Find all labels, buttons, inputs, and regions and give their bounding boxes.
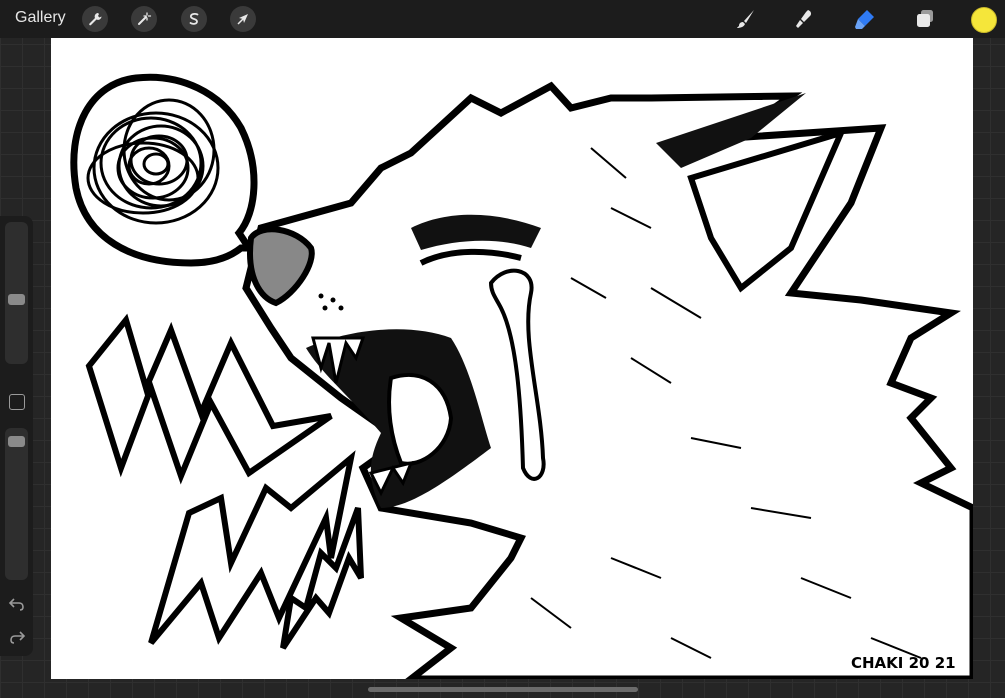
wrench-icon xyxy=(89,13,102,26)
adjustments-button[interactable] xyxy=(131,6,157,32)
selection-button[interactable] xyxy=(181,6,207,32)
left-sidebar xyxy=(0,216,33,656)
modify-button[interactable] xyxy=(9,394,25,410)
arrow-cursor-icon xyxy=(237,14,248,25)
smudge-tool-button[interactable] xyxy=(790,5,818,33)
layers-icon xyxy=(917,10,933,27)
eraser-tool-button[interactable] xyxy=(851,5,879,33)
brush-size-thumb[interactable] xyxy=(8,293,25,305)
smudge-icon xyxy=(796,10,812,28)
actions-button[interactable] xyxy=(82,6,108,32)
layers-button[interactable] xyxy=(911,5,939,33)
selection-s-icon xyxy=(189,13,199,25)
magic-wand-icon xyxy=(138,12,152,25)
home-indicator[interactable] xyxy=(368,687,638,692)
artist-signature: CHAKI 20 21 xyxy=(851,654,956,672)
opacity-thumb[interactable] xyxy=(8,436,25,448)
undo-icon[interactable] xyxy=(8,595,26,613)
howling-wolf-illustration: CHAKI 20 21 xyxy=(70,73,973,679)
brush-size-slider[interactable] xyxy=(5,222,28,364)
opacity-slider[interactable] xyxy=(5,428,28,580)
gallery-button[interactable]: Gallery xyxy=(15,9,66,27)
drawing-canvas[interactable]: CHAKI 20 21 xyxy=(51,38,973,679)
top-toolbar: Gallery xyxy=(0,0,1005,38)
eraser-icon xyxy=(855,10,874,29)
brush-icon xyxy=(737,10,754,28)
redo-icon[interactable] xyxy=(8,628,26,646)
color-picker-button[interactable] xyxy=(971,7,997,33)
brush-tool-button[interactable] xyxy=(732,5,760,33)
transform-button[interactable] xyxy=(230,6,256,32)
